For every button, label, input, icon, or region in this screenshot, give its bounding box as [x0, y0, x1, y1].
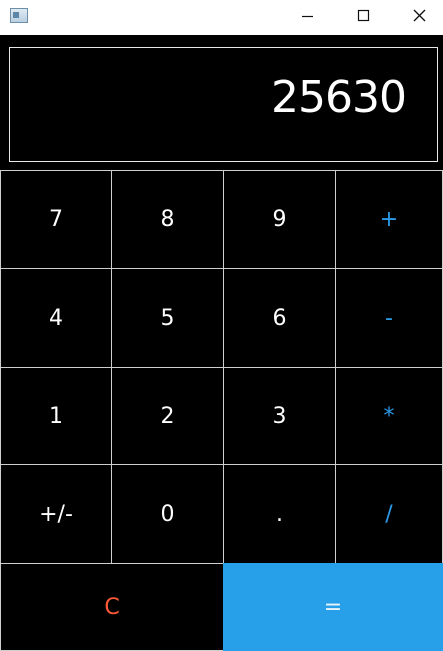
key-decimal[interactable]: . [223, 464, 336, 564]
key-9[interactable]: 9 [223, 170, 336, 269]
key-multiply[interactable]: * [335, 367, 443, 465]
key-negate[interactable]: +/- [0, 464, 112, 564]
key-clear[interactable]: C [0, 563, 224, 651]
minimize-button[interactable] [280, 0, 336, 32]
key-add[interactable]: + [335, 170, 443, 269]
key-3[interactable]: 3 [223, 367, 336, 465]
maximize-button[interactable] [336, 0, 392, 32]
calculator-window: 25630 7 8 9 + 4 5 6 - 1 2 3 * +/- 0 . / … [0, 0, 443, 651]
key-divide[interactable]: / [335, 464, 443, 564]
key-8[interactable]: 8 [111, 170, 224, 269]
key-7[interactable]: 7 [0, 170, 112, 269]
maximize-icon [357, 9, 370, 22]
close-button[interactable] [392, 0, 443, 32]
key-0[interactable]: 0 [111, 464, 224, 564]
title-bar [0, 0, 443, 35]
keypad: 7 8 9 + 4 5 6 - 1 2 3 * +/- 0 . / C = [0, 170, 443, 651]
minimize-icon [302, 15, 313, 18]
key-2[interactable]: 2 [111, 367, 224, 465]
app-window-icon [10, 8, 28, 23]
result-display: 25630 [9, 47, 438, 162]
key-equals[interactable]: = [223, 563, 443, 651]
display-value: 25630 [271, 72, 407, 123]
key-4[interactable]: 4 [0, 268, 112, 368]
key-5[interactable]: 5 [111, 268, 224, 368]
close-icon [413, 9, 426, 22]
key-1[interactable]: 1 [0, 367, 112, 465]
key-subtract[interactable]: - [335, 268, 443, 368]
key-6[interactable]: 6 [223, 268, 336, 368]
